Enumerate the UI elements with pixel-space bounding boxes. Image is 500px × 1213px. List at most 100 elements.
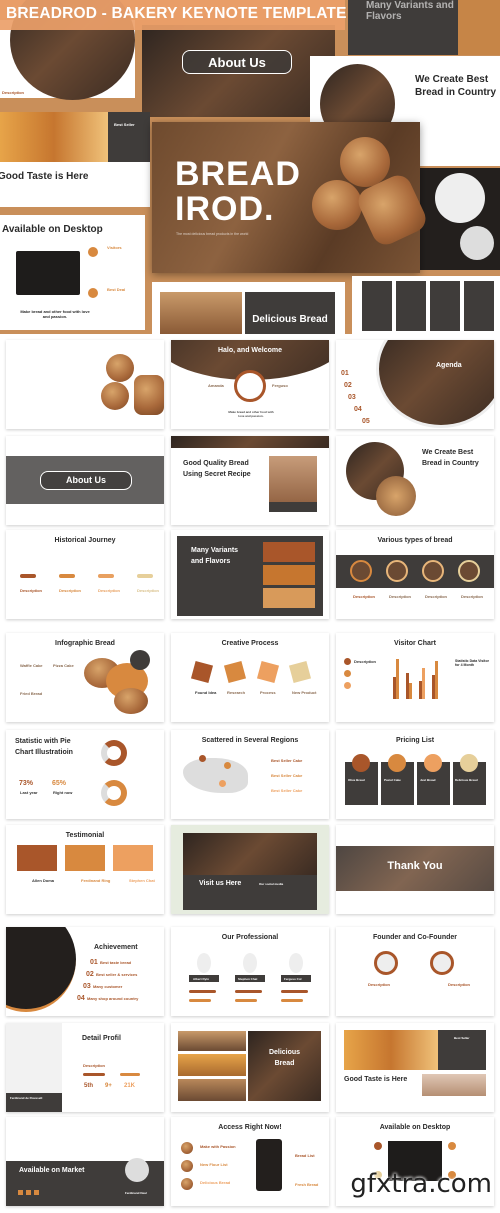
access-item: Fresh Bread [295, 1182, 319, 1187]
slide-title: Agenda [436, 362, 462, 369]
logo-line2: IROD. [19, 379, 64, 396]
stat-value: 65% [52, 780, 67, 787]
slide-best[interactable]: We Create Best Bread in Country [336, 436, 494, 525]
slide-welcome[interactable]: Halo, and Welcome Amanda Ferguso Make br… [171, 340, 329, 429]
best-seller-label: Best Seller [114, 122, 135, 127]
slide-title: Halo, and Welcome [217, 347, 283, 354]
slide-testimonial[interactable]: Testimonial Allen Doma Ferdinand Ring St… [6, 825, 164, 914]
desc-label: Description [354, 659, 377, 664]
achievement-text: Best seller & services [96, 972, 138, 977]
about-banner: About Us [40, 471, 132, 490]
collage-goodtaste-slide: Best Seller Good Taste is Here [0, 112, 150, 207]
price-item: Pastel Cake [384, 778, 401, 782]
achievement-num: 02 [86, 971, 94, 978]
slide-title: Good Taste is Here [344, 1076, 408, 1083]
desc-label: Description [353, 594, 376, 599]
slide-title: Achievement [94, 944, 138, 951]
slide-history[interactable]: Historical Journey Description Descripti… [6, 530, 164, 619]
slide-title: Visit us Here [199, 880, 242, 887]
slide-process[interactable]: Creative Process Found Idea Research Pro… [171, 633, 329, 722]
desc-label: Description [389, 594, 412, 599]
slide-about[interactable]: About Us [6, 436, 164, 525]
slide-title: We Create Best [422, 449, 474, 456]
slide-professional[interactable]: Our Professional Albert Dyin Stephen Cha… [171, 927, 329, 1016]
collage-about-slide: About Us [142, 25, 335, 117]
slide-title: Creative Process [221, 640, 279, 647]
logo-line1: BREAD [175, 155, 301, 193]
slide-visit[interactable]: Visit us Here Our social media [171, 825, 329, 914]
stat-value: 73% [19, 780, 34, 787]
slide-variants[interactable]: Many Variants and Flavors [171, 530, 329, 619]
access-item: Make with Passion [200, 1144, 236, 1149]
slide-pricing[interactable]: Pricing List Olive Bread Pastel Cake Jus… [336, 730, 494, 819]
goodtaste-title: Good Taste is Here [0, 171, 89, 182]
tagline: The most delicious bread products in the… [176, 232, 249, 236]
quote: Make bread and other food with love and … [20, 309, 90, 319]
slide-goodtaste[interactable]: Best Seller Good Taste is Here [336, 1023, 494, 1112]
slide-delicious[interactable]: Delicious Bread [171, 1023, 329, 1112]
chef-name: Ferguso Col [284, 976, 302, 981]
region-label: Best Seller Cake [271, 758, 303, 763]
achievement-text: Many customer [93, 984, 123, 989]
slide-cover[interactable]: BREAD IROD. [6, 340, 164, 429]
step-label: Research [227, 690, 246, 695]
desc-label: Description [98, 588, 121, 593]
slide-title: Good Quality Bread [183, 460, 249, 467]
desc-label: Description [461, 594, 484, 599]
slide-title: Available on Desktop [379, 1124, 451, 1131]
desc-label: Description [59, 588, 82, 593]
slide-thanks[interactable]: Thank You [336, 825, 494, 914]
label: Waffle Cake [20, 663, 43, 668]
slide-market[interactable]: Available on Market Ferdinand Deal [6, 1117, 164, 1206]
slide-title: Historical Journey [54, 537, 116, 544]
collage-agenda-slide: Description [0, 0, 135, 100]
slide-achievement[interactable]: Achievement 01 Best taste bread 02 Best … [6, 927, 164, 1016]
desc-label: Description [425, 594, 448, 599]
access-item: Bread List [295, 1153, 315, 1158]
chef-avatar [234, 370, 266, 402]
stat-label: Right now [53, 790, 73, 795]
slide-title: Various types of bread [377, 537, 453, 544]
best-title: We Create Best Bread in Country [415, 74, 497, 98]
achievement-num: 01 [90, 959, 98, 966]
stat-value: 9+ [105, 1083, 112, 1089]
monitor-icon [16, 251, 80, 295]
agenda-num: 04 [354, 406, 362, 413]
slide-types[interactable]: Various types of bread Description Descr… [336, 530, 494, 619]
slide-title: Statistic with Pie [15, 738, 71, 745]
slide-title: Available on Market [19, 1167, 85, 1174]
name-right: Ferguso [272, 383, 288, 388]
chef-name: Ferdinand de Rousselt [10, 1096, 43, 1100]
slide-agenda[interactable]: Agenda 01 02 03 04 05 [336, 340, 494, 429]
slide-quality[interactable]: Good Quality Bread Using Secret Recipe [171, 436, 329, 525]
variants-title: Many Variants and Flavors [366, 0, 454, 22]
social-label: Our social media [259, 882, 284, 886]
person-name: Stephen Chat [129, 878, 155, 883]
slide-title: Bread [274, 1060, 295, 1067]
slide-access[interactable]: Access Right Now! Make with Passion New … [171, 1117, 329, 1206]
achievement-num: 04 [77, 995, 85, 1002]
slide-pie[interactable]: Statistic with Pie Chart Illustratioin 7… [6, 730, 164, 819]
phone-icon [256, 1139, 282, 1191]
visitors-label: Visitors [107, 245, 122, 250]
slide-title: Thank You [387, 860, 443, 872]
region-label: Best Seller Cake [271, 773, 303, 778]
best-seller-label: Best Seller [454, 1036, 470, 1040]
slide-profil[interactable]: Ferdinand de Rousselt Detail Profil Desc… [6, 1023, 164, 1112]
agenda-num: 01 [341, 370, 349, 377]
slide-founder[interactable]: Founder and Co-Founder Description Descr… [336, 927, 494, 1016]
agenda-num: 03 [348, 394, 356, 401]
chef-name: Stephen Chat [238, 976, 258, 981]
slide-visitor[interactable]: Visitor Chart Description Statistic Data… [336, 633, 494, 722]
slide-title: Testimonial [65, 832, 105, 839]
collage-variants-slide: Many Variants and Flavors [348, 0, 500, 55]
slide-title: Pricing List [395, 737, 435, 744]
slide-regions[interactable]: Scattered in Several Regions Best Seller… [171, 730, 329, 819]
slide-infographic[interactable]: Infographic Bread Waffle Cake Pizza Cake… [6, 633, 164, 722]
desc-label: Description [368, 982, 391, 987]
label: Pizza Cake [53, 663, 74, 668]
desc-label: Description [83, 1063, 106, 1068]
about-banner: About Us [182, 50, 292, 74]
slide-title: Delicious [268, 1049, 301, 1056]
access-item: New Flour List [200, 1162, 228, 1167]
